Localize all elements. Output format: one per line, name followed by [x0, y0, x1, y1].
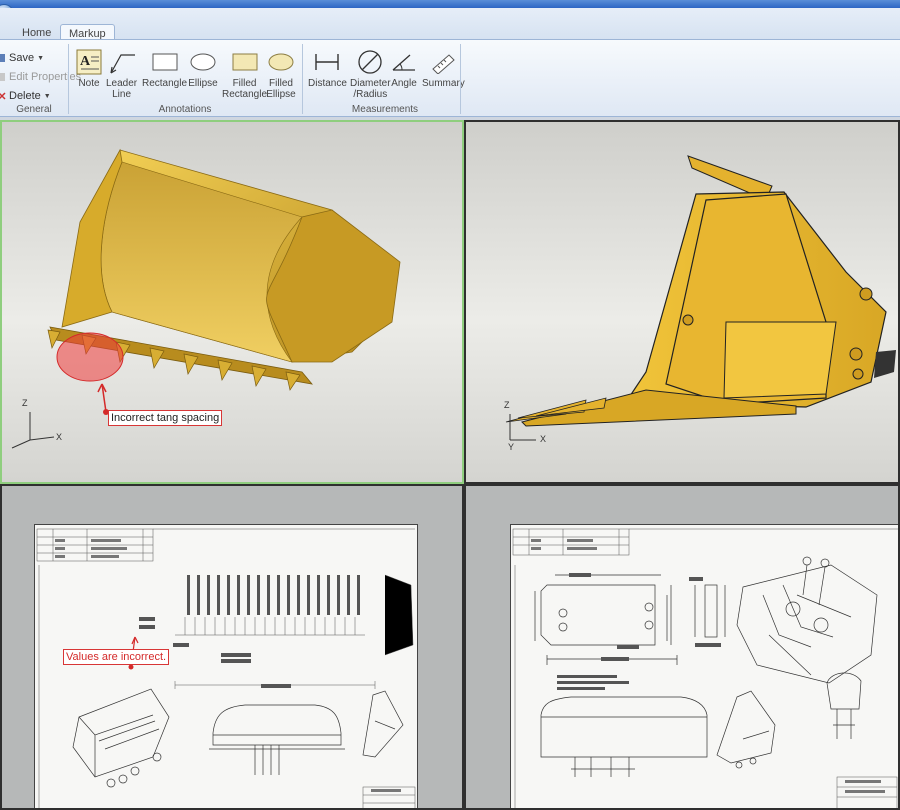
axis-label-y: Y — [508, 442, 515, 452]
ribbon-tab-strip: Home Markup — [0, 8, 900, 44]
rectangle-button[interactable]: Rectangle — [142, 48, 187, 89]
viewport-3d-side[interactable]: Z Y X — [464, 120, 900, 484]
axis-triad — [11, 412, 55, 449]
save-label: Save — [9, 52, 35, 64]
engineering-drawing — [512, 528, 898, 808]
filled-rectangle-button[interactable]: Filled Rectangle — [222, 48, 267, 100]
axis-label-x: X — [540, 434, 547, 444]
group-divider — [302, 44, 303, 114]
viewport-drawing-left[interactable]: Values are incorrect. — [0, 484, 464, 810]
distance-button[interactable]: Distance — [308, 48, 347, 89]
ellipse-label: Ellipse — [188, 78, 218, 89]
group-caption-annotations: Annotations — [158, 104, 212, 115]
angle-label: Angle — [391, 78, 417, 89]
bucket-3d-model[interactable] — [2, 122, 462, 482]
engineering-drawing — [36, 528, 416, 808]
filled-ellipse-icon — [268, 53, 294, 71]
markup-note-values-incorrect[interactable]: Values are incorrect. — [63, 649, 170, 665]
group-divider — [460, 44, 461, 114]
rectangle-label: Rectangle — [142, 78, 188, 89]
note-button[interactable]: A Note — [74, 48, 104, 89]
note-icon: A — [76, 49, 102, 75]
rectangle-icon — [152, 53, 178, 71]
leader-line-label: Leader Line — [106, 78, 138, 100]
delete-label: Delete — [9, 90, 41, 102]
save-button[interactable]: Save ▼ — [0, 50, 44, 66]
leader-line-button[interactable]: Leader Line — [106, 48, 137, 100]
filled-ellipse-label: Filled Ellipse — [266, 78, 296, 100]
save-icon — [0, 54, 5, 62]
drawing-sheet[interactable]: Values are incorrect. — [34, 524, 418, 808]
edit-properties-icon — [0, 73, 5, 81]
delete-icon — [0, 92, 6, 100]
markup-note-tang-spacing[interactable]: Incorrect tang spacing — [108, 410, 223, 426]
filled-ellipse-button[interactable]: Filled Ellipse — [266, 48, 296, 100]
distance-icon — [315, 54, 340, 70]
diameter-radius-button[interactable]: Diameter /Radius — [350, 48, 391, 100]
summary-icon — [432, 54, 456, 74]
edit-properties-label: Edit Properties — [9, 71, 82, 83]
summary-label: Summary — [422, 78, 465, 89]
diameter-radius-label: Diameter /Radius — [350, 78, 391, 100]
group-caption-measurements: Measurements — [351, 104, 419, 115]
distance-label: Distance — [308, 78, 347, 89]
delete-button[interactable]: Delete ▼ — [0, 88, 51, 104]
angle-button[interactable]: Angle — [389, 48, 419, 89]
filled-rectangle-icon — [232, 53, 258, 71]
bucket-side-model[interactable] — [466, 122, 898, 482]
viewport-drawing-right[interactable] — [464, 484, 900, 810]
summary-button[interactable]: Summary — [422, 48, 465, 89]
svg-text:A: A — [80, 54, 91, 69]
ellipse-button[interactable]: Ellipse — [188, 48, 218, 89]
note-label: Note — [78, 78, 100, 89]
filled-rectangle-label: Filled Rectangle — [222, 78, 268, 100]
axis-label-x: X — [56, 432, 63, 442]
angle-icon — [392, 54, 415, 71]
chevron-down-icon: ▼ — [37, 54, 45, 62]
axis-label-z: Z — [504, 400, 510, 410]
diameter-radius-icon — [358, 50, 382, 74]
markup-filled-ellipse[interactable] — [56, 332, 124, 382]
axis-label-z: Z — [22, 398, 28, 408]
group-caption-general: General — [16, 104, 52, 115]
drawing-sheet[interactable] — [510, 524, 898, 808]
group-divider — [68, 44, 69, 114]
ellipse-icon — [190, 53, 216, 71]
chevron-down-icon: ▼ — [43, 92, 51, 100]
ribbon: Save ▼ Edit Properties Delete ▼ General … — [0, 39, 900, 117]
leader-line-icon — [109, 54, 135, 74]
title-bar — [0, 0, 900, 8]
viewport-3d-front[interactable]: Incorrect tang spacing Z X — [0, 120, 464, 484]
